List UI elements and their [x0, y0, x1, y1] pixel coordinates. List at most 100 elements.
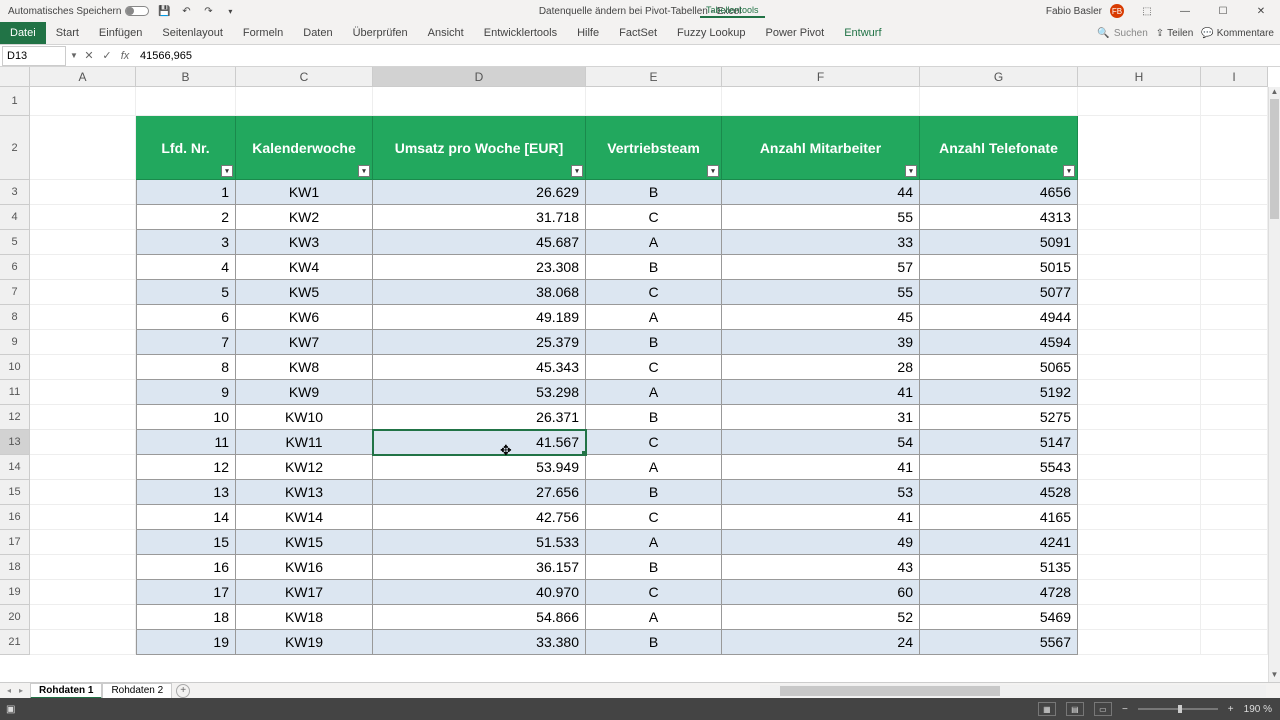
cell-C2[interactable]: Kalenderwoche▾ [236, 116, 373, 180]
row-header-18[interactable]: 18 [0, 555, 30, 580]
cell-G19[interactable]: 4728 [920, 580, 1078, 605]
cell-G7[interactable]: 5077 [920, 280, 1078, 305]
cell-C8[interactable]: KW6 [236, 305, 373, 330]
cell-I14[interactable] [1201, 455, 1268, 480]
row-header-13[interactable]: 13 [0, 430, 30, 455]
cell-D15[interactable]: 27.656 [373, 480, 586, 505]
cell-F16[interactable]: 41 [722, 505, 920, 530]
row-header-9[interactable]: 9 [0, 330, 30, 355]
cell-G17[interactable]: 4241 [920, 530, 1078, 555]
cell-I21[interactable] [1201, 630, 1268, 655]
cell-I10[interactable] [1201, 355, 1268, 380]
cell-I11[interactable] [1201, 380, 1268, 405]
cell-G1[interactable] [920, 87, 1078, 116]
cell-D3[interactable]: 26.629 [373, 180, 586, 205]
cell-C4[interactable]: KW2 [236, 205, 373, 230]
comments-button[interactable]: 💬 Kommentare [1201, 28, 1274, 39]
cell-C6[interactable]: KW4 [236, 255, 373, 280]
cell-C16[interactable]: KW14 [236, 505, 373, 530]
cell-H6[interactable] [1078, 255, 1201, 280]
cell-E8[interactable]: A [586, 305, 722, 330]
ribbon-tab-entwurf[interactable]: Entwurf [834, 22, 891, 44]
cell-H20[interactable] [1078, 605, 1201, 630]
cell-A7[interactable] [30, 280, 136, 305]
ribbon-tab-daten[interactable]: Daten [293, 22, 342, 44]
cell-C1[interactable] [236, 87, 373, 116]
cell-G20[interactable]: 5469 [920, 605, 1078, 630]
cell-F5[interactable]: 33 [722, 230, 920, 255]
cell-D1[interactable] [373, 87, 586, 116]
cell-E16[interactable]: C [586, 505, 722, 530]
cell-G13[interactable]: 5147 [920, 430, 1078, 455]
cell-E12[interactable]: B [586, 405, 722, 430]
ribbon-tab-ansicht[interactable]: Ansicht [418, 22, 474, 44]
cell-E10[interactable]: C [586, 355, 722, 380]
cell-D10[interactable]: 45.343 [373, 355, 586, 380]
row-header-6[interactable]: 6 [0, 255, 30, 280]
cell-H16[interactable] [1078, 505, 1201, 530]
row-header-11[interactable]: 11 [0, 380, 30, 405]
cell-F19[interactable]: 60 [722, 580, 920, 605]
cell-E13[interactable]: C [586, 430, 722, 455]
filter-icon[interactable]: ▾ [358, 165, 370, 177]
cell-H14[interactable] [1078, 455, 1201, 480]
cell-B13[interactable]: 11 [136, 430, 236, 455]
cell-G6[interactable]: 5015 [920, 255, 1078, 280]
cell-I19[interactable] [1201, 580, 1268, 605]
cell-B15[interactable]: 13 [136, 480, 236, 505]
maximize-button[interactable]: ☐ [1208, 1, 1238, 21]
cell-F18[interactable]: 43 [722, 555, 920, 580]
cell-A10[interactable] [30, 355, 136, 380]
cell-F3[interactable]: 44 [722, 180, 920, 205]
cell-F11[interactable]: 41 [722, 380, 920, 405]
cell-C21[interactable]: KW19 [236, 630, 373, 655]
cell-A13[interactable] [30, 430, 136, 455]
cell-A9[interactable] [30, 330, 136, 355]
cell-A2[interactable] [30, 116, 136, 180]
cell-G14[interactable]: 5543 [920, 455, 1078, 480]
cell-H18[interactable] [1078, 555, 1201, 580]
ribbon-tab-formeln[interactable]: Formeln [233, 22, 293, 44]
row-header-16[interactable]: 16 [0, 505, 30, 530]
ribbon-tab-factset[interactable]: FactSet [609, 22, 667, 44]
cell-I15[interactable] [1201, 480, 1268, 505]
cell-F17[interactable]: 49 [722, 530, 920, 555]
scroll-down-icon[interactable]: ▼ [1269, 670, 1280, 682]
user-avatar[interactable]: FB [1110, 4, 1124, 18]
cell-F6[interactable]: 57 [722, 255, 920, 280]
spreadsheet-grid[interactable]: ABCDEFGHI 123456789101112131415161718192… [0, 67, 1280, 682]
cell-D5[interactable]: 45.687 [373, 230, 586, 255]
cell-B21[interactable]: 19 [136, 630, 236, 655]
cell-I4[interactable] [1201, 205, 1268, 230]
cell-B17[interactable]: 15 [136, 530, 236, 555]
cell-F7[interactable]: 55 [722, 280, 920, 305]
cell-I8[interactable] [1201, 305, 1268, 330]
filter-icon[interactable]: ▾ [905, 165, 917, 177]
qat-customize-icon[interactable]: ▾ [223, 4, 237, 18]
cell-B20[interactable]: 18 [136, 605, 236, 630]
hscroll-thumb[interactable] [780, 686, 1000, 696]
cell-B2[interactable]: Lfd. Nr.▾ [136, 116, 236, 180]
cell-E5[interactable]: A [586, 230, 722, 255]
cell-E11[interactable]: A [586, 380, 722, 405]
cell-D19[interactable]: 40.970 [373, 580, 586, 605]
cell-F4[interactable]: 55 [722, 205, 920, 230]
cell-E17[interactable]: A [586, 530, 722, 555]
add-sheet-button[interactable]: + [176, 684, 190, 698]
cell-B8[interactable]: 6 [136, 305, 236, 330]
cell-I18[interactable] [1201, 555, 1268, 580]
cell-A15[interactable] [30, 480, 136, 505]
cell-B14[interactable]: 12 [136, 455, 236, 480]
cell-G5[interactable]: 5091 [920, 230, 1078, 255]
cell-E20[interactable]: A [586, 605, 722, 630]
cell-B16[interactable]: 14 [136, 505, 236, 530]
cell-F1[interactable] [722, 87, 920, 116]
row-header-19[interactable]: 19 [0, 580, 30, 605]
cell-D8[interactable]: 49.189 [373, 305, 586, 330]
row-header-8[interactable]: 8 [0, 305, 30, 330]
cell-C12[interactable]: KW10 [236, 405, 373, 430]
cell-D11[interactable]: 53.298 [373, 380, 586, 405]
undo-icon[interactable]: ↶ [179, 4, 193, 18]
cell-E7[interactable]: C [586, 280, 722, 305]
cell-E9[interactable]: B [586, 330, 722, 355]
